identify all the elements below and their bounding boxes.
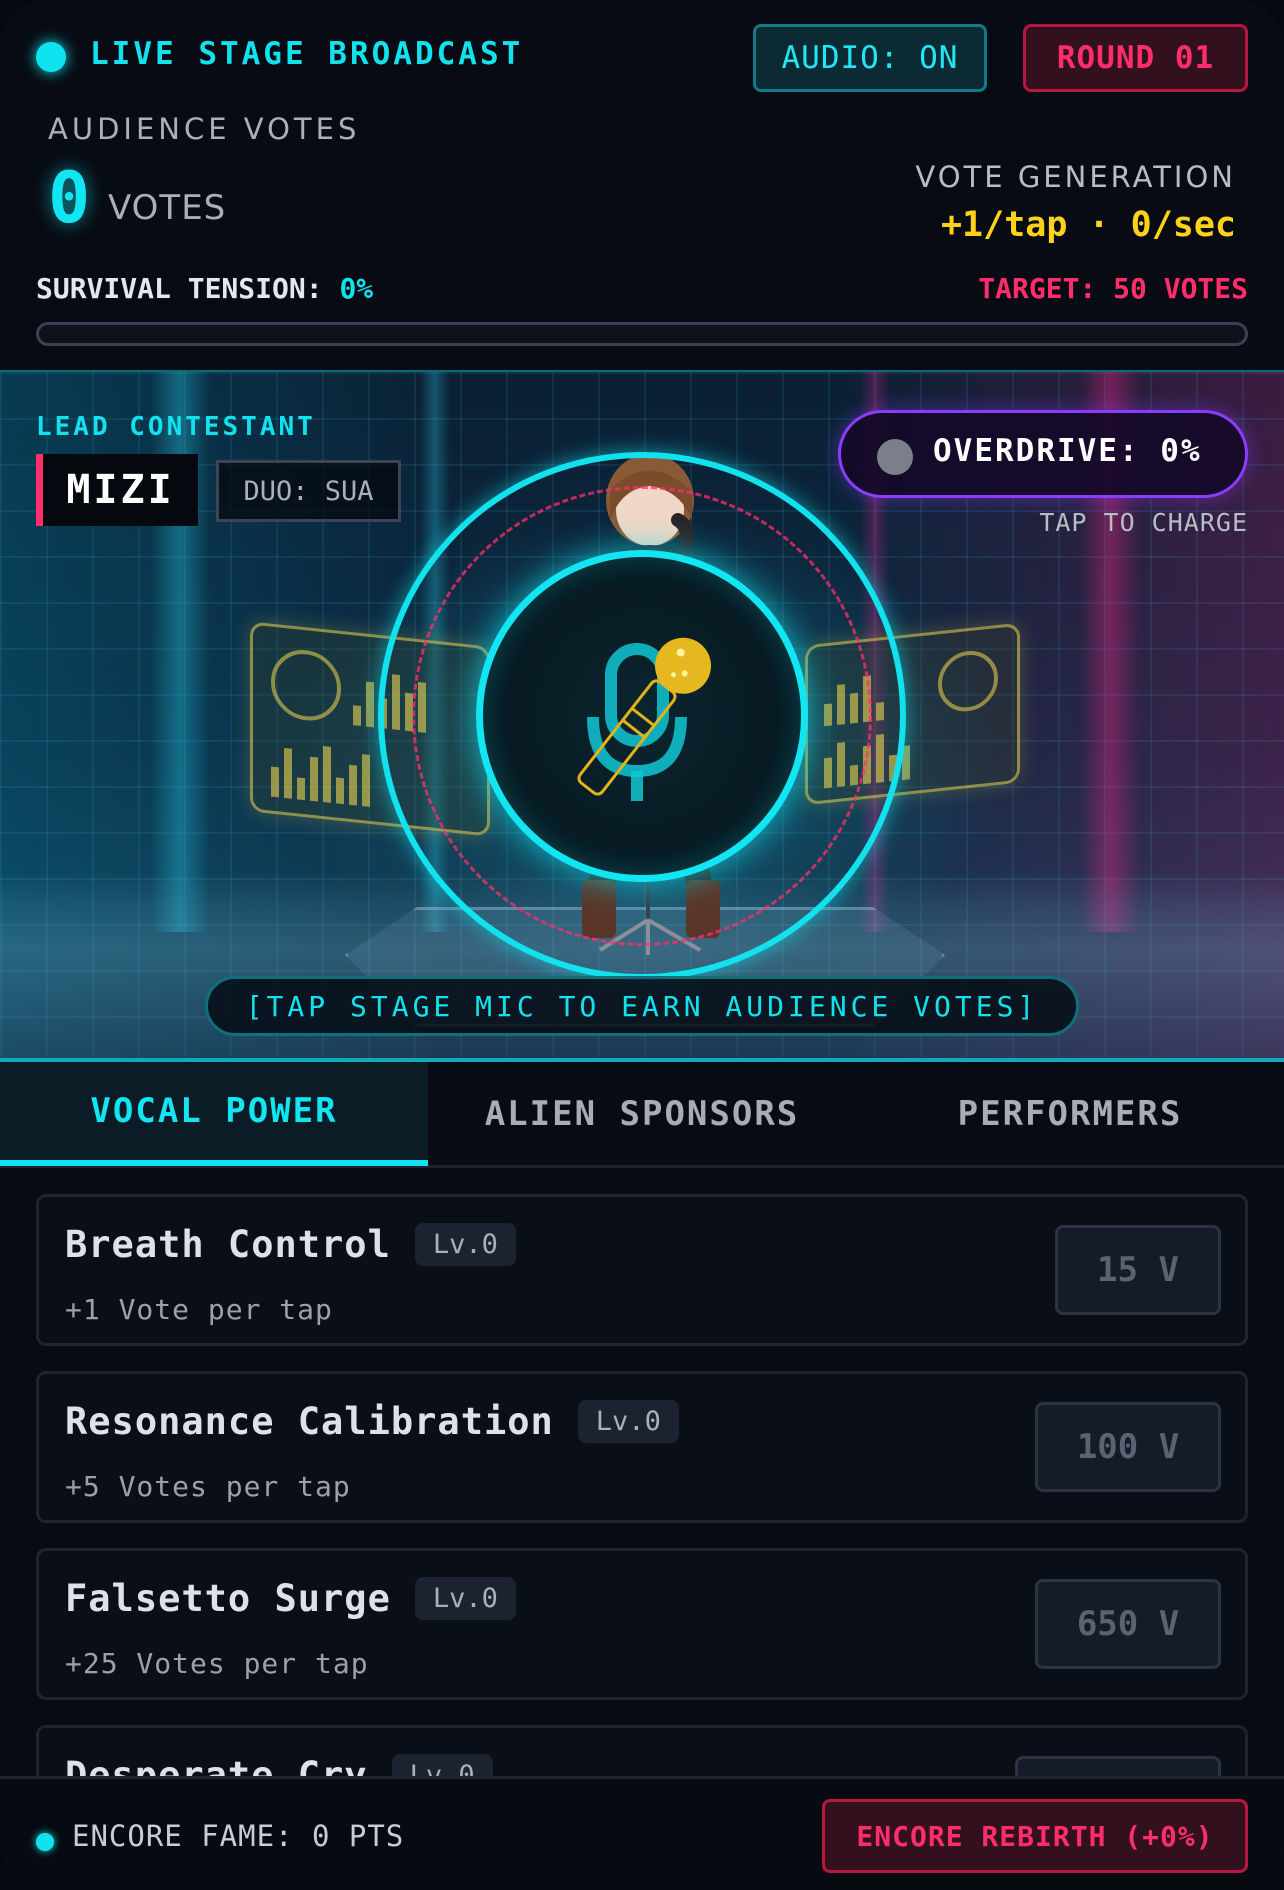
upgrade-level: Lv.0 [391,1754,493,1778]
upgrade-buy-button[interactable]: 650 V [1035,1579,1221,1669]
tab-vocal-power[interactable]: VOCAL POWER [0,1062,428,1166]
tab-alien-sponsors[interactable]: ALIEN SPONSORS [428,1062,856,1166]
header: LIVE STAGE BROADCAST AUDIO: ON ROUND 01 … [0,0,1284,370]
live-indicator-dot [36,42,66,72]
overdrive-label: OVERDRIVE: 0% [933,433,1202,469]
vote-generation-value: +1/tap · 0/sec [940,205,1236,245]
upgrade-name: Resonance Calibration [65,1400,554,1443]
encore-rebirth-button[interactable]: ENCORE REBIRTH (+0%) [822,1799,1248,1873]
microphone-icon [577,637,712,801]
survival-tension-label: SURVIVAL TENSION: [36,272,323,305]
upgrade-description: +5 Votes per tap [65,1470,351,1503]
stage-area: LEAD CONTESTANT MIZI DUO: SUA OVERDRIVE:… [0,370,1284,1062]
overdrive-button[interactable]: OVERDRIVE: 0% [838,410,1248,498]
upgrade-name: Falsetto Surge [65,1577,391,1620]
survival-tension: SURVIVAL TENSION: 0% [36,272,373,305]
lead-contestant-label: LEAD CONTESTANT [36,412,316,442]
game-screen: LIVE STAGE BROADCAST AUDIO: ON ROUND 01 … [0,0,1284,1890]
overdrive-hint: TAP TO CHARGE [1039,508,1248,537]
upgrade-card: Desperate Cry Lv.0 [36,1725,1248,1778]
upgrade-buy-button[interactable]: 15 V [1055,1225,1221,1315]
stage-mic-button[interactable] [476,550,808,882]
votes-count: 0 [48,157,91,239]
round-badge: ROUND 01 [1023,24,1248,92]
encore-fame: ENCORE FAME: 0 PTS [72,1819,405,1853]
live-label: LIVE STAGE BROADCAST [90,36,524,72]
upgrade-level: Lv.0 [414,1223,516,1266]
votes-unit: VOTES [108,188,227,228]
tap-instruction: [TAP STAGE MIC TO EARN AUDIENCE VOTES] [205,976,1079,1036]
upgrade-tabs: VOCAL POWER ALIEN SPONSORS PERFORMERS [0,1062,1284,1168]
lead-contestant-name: MIZI [36,454,198,526]
overdrive-indicator-dot [877,439,913,475]
upgrade-name: Breath Control [65,1223,391,1266]
audience-votes-label: AUDIENCE VOTES [48,112,361,146]
upgrade-description: +1 Vote per tap [65,1293,333,1326]
vote-target: TARGET: 50 VOTES [978,272,1248,305]
upgrade-description: +25 Votes per tap [65,1647,369,1680]
upgrade-card: Breath Control Lv.0 +1 Vote per tap 15 V [36,1194,1248,1346]
upgrade-card: Resonance Calibration Lv.0 +5 Votes per … [36,1371,1248,1523]
upgrade-name: Desperate Cry [65,1754,368,1778]
audio-toggle-button[interactable]: AUDIO: ON [753,24,987,92]
fame-indicator-dot [36,1833,54,1851]
upgrade-level: Lv.0 [577,1400,679,1443]
upgrade-buy-button[interactable] [1015,1756,1221,1778]
survival-tension-value: 0% [339,272,374,305]
footer: ENCORE FAME: 0 PTS ENCORE REBIRTH (+0%) [0,1776,1284,1890]
tab-performers[interactable]: PERFORMERS [856,1062,1284,1166]
vote-generation-label: VOTE GENERATION [915,160,1236,194]
upgrade-list[interactable]: Breath Control Lv.0 +1 Vote per tap 15 V… [0,1168,1284,1778]
upgrade-level: Lv.0 [414,1577,516,1620]
upgrade-card: Falsetto Surge Lv.0 +25 Votes per tap 65… [36,1548,1248,1700]
duo-partner: DUO: SUA [216,460,401,522]
tension-progress-bar [36,322,1248,346]
upgrade-buy-button[interactable]: 100 V [1035,1402,1221,1492]
